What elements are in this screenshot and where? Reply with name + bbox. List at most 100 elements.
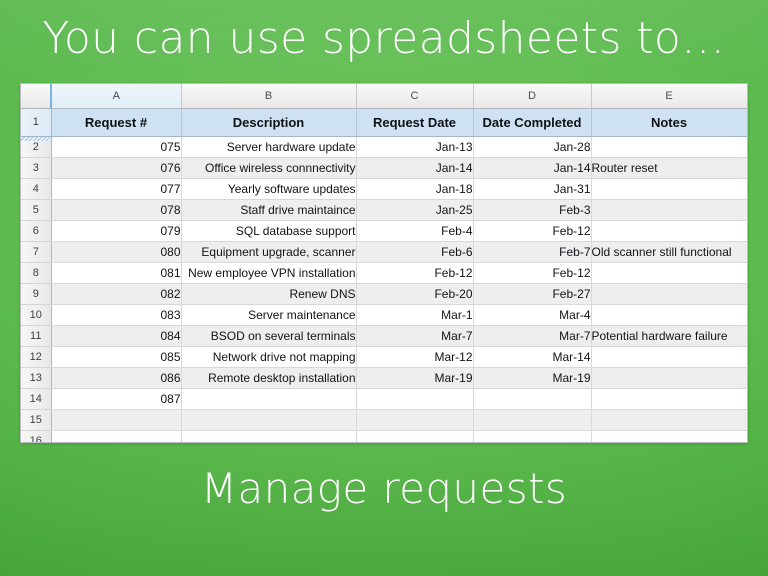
cell-description[interactable] [181,388,357,410]
cell-request-date[interactable]: Mar-7 [356,325,474,347]
header-date-completed[interactable]: Date Completed [473,108,592,137]
cell-request-date[interactable]: Mar-1 [356,304,474,326]
cell-request-number[interactable]: 075 [51,136,182,158]
cell-request-number[interactable]: 076 [51,157,182,179]
row-number-8[interactable]: 8 [21,262,52,284]
cell-date-completed[interactable]: Jan-28 [473,136,592,158]
cell-description[interactable]: New employee VPN installation [181,262,357,284]
cell-request-date[interactable]: Feb-12 [356,262,474,284]
cell-date-completed[interactable]: Mar-19 [473,367,592,389]
cell-request-number[interactable]: 077 [51,178,182,200]
cell-request-number[interactable]: 086 [51,367,182,389]
row-number-6[interactable]: 6 [21,220,52,242]
cell-request-number[interactable] [51,409,182,431]
cell-request-date[interactable] [356,388,474,410]
row-number-11[interactable]: 11 [21,325,52,347]
cell-description[interactable]: BSOD on several terminals [181,325,357,347]
cell-description[interactable]: Staff drive maintaince [181,199,357,221]
cell-notes[interactable] [591,367,747,389]
cell-request-number[interactable]: 079 [51,220,182,242]
cell-notes[interactable] [591,409,747,431]
row-number-3[interactable]: 3 [21,157,52,179]
cell-request-date[interactable] [356,430,474,442]
cell-request-number[interactable]: 082 [51,283,182,305]
cell-date-completed[interactable]: Feb-12 [473,262,592,284]
cell-date-completed[interactable]: Feb-3 [473,199,592,221]
column-header-e[interactable]: E [591,84,747,109]
row-number-7[interactable]: 7 [21,241,52,263]
cell-date-completed[interactable] [473,388,592,410]
cell-notes[interactable] [591,199,747,221]
row-number-16[interactable]: 16 [21,430,52,442]
row-number-14[interactable]: 14 [21,388,52,410]
cell-request-number[interactable]: 080 [51,241,182,263]
cell-notes[interactable] [591,388,747,410]
cell-request-date[interactable]: Feb-20 [356,283,474,305]
cell-notes[interactable] [591,430,747,442]
cell-description[interactable]: Network drive not mapping [181,346,357,368]
cell-notes[interactable] [591,262,747,284]
cell-notes[interactable] [591,220,747,242]
cell-description[interactable] [181,430,357,442]
cell-notes[interactable]: Router reset [591,157,747,179]
header-notes[interactable]: Notes [591,108,747,137]
cell-request-number[interactable]: 084 [51,325,182,347]
row-number-4[interactable]: 4 [21,178,52,200]
row-number-2[interactable]: 2 [21,136,52,158]
cell-notes[interactable]: Old scanner still functional [591,241,747,263]
row-number-13[interactable]: 13 [21,367,52,389]
header-request-date[interactable]: Request Date [356,108,474,137]
column-header-b[interactable]: B [181,84,357,109]
cell-request-date[interactable]: Jan-18 [356,178,474,200]
cell-date-completed[interactable]: Mar-14 [473,346,592,368]
row-number-1[interactable]: 1 [21,108,52,137]
cell-date-completed[interactable]: Feb-7 [473,241,592,263]
cell-date-completed[interactable]: Feb-27 [473,283,592,305]
cell-description[interactable]: Renew DNS [181,283,357,305]
cell-notes[interactable] [591,283,747,305]
cell-description[interactable]: Yearly software updates [181,178,357,200]
row-number-12[interactable]: 12 [21,346,52,368]
cell-description[interactable]: Server maintenance [181,304,357,326]
column-header-c[interactable]: C [356,84,474,109]
cell-request-number[interactable]: 085 [51,346,182,368]
cell-date-completed[interactable]: Mar-4 [473,304,592,326]
cell-request-number[interactable]: 081 [51,262,182,284]
row-number-15[interactable]: 15 [21,409,52,431]
cell-request-date[interactable]: Jan-25 [356,199,474,221]
cell-date-completed[interactable] [473,409,592,431]
cell-description[interactable] [181,409,357,431]
cell-description[interactable]: SQL database support [181,220,357,242]
row-number-5[interactable]: 5 [21,199,52,221]
header-description[interactable]: Description [181,108,357,137]
cell-date-completed[interactable]: Feb-12 [473,220,592,242]
cell-notes[interactable] [591,346,747,368]
cell-request-date[interactable]: Feb-4 [356,220,474,242]
cell-notes[interactable] [591,178,747,200]
cell-description[interactable]: Equipment upgrade, scanner [181,241,357,263]
cell-notes[interactable] [591,304,747,326]
cell-request-date[interactable]: Jan-14 [356,157,474,179]
cell-date-completed[interactable]: Mar-7 [473,325,592,347]
cell-date-completed[interactable] [473,430,592,442]
column-header-a[interactable]: A [50,84,182,109]
cell-description[interactable]: Server hardware update [181,136,357,158]
row-number-10[interactable]: 10 [21,304,52,326]
cell-request-date[interactable] [356,409,474,431]
cell-request-number[interactable] [51,430,182,442]
select-all-corner[interactable] [21,84,52,109]
header-request-number[interactable]: Request # [51,108,182,137]
cell-description[interactable]: Remote desktop installation [181,367,357,389]
cell-date-completed[interactable]: Jan-31 [473,178,592,200]
cell-date-completed[interactable]: Jan-14 [473,157,592,179]
cell-request-date[interactable]: Mar-12 [356,346,474,368]
cell-request-number[interactable]: 078 [51,199,182,221]
cell-request-date[interactable]: Feb-6 [356,241,474,263]
row-number-9[interactable]: 9 [21,283,52,305]
column-header-d[interactable]: D [473,84,592,109]
cell-description[interactable]: Office wireless connnectivity [181,157,357,179]
cell-notes[interactable]: Potential hardware failure [591,325,747,347]
cell-request-number[interactable]: 083 [51,304,182,326]
cell-request-date[interactable]: Mar-19 [356,367,474,389]
cell-request-date[interactable]: Jan-13 [356,136,474,158]
